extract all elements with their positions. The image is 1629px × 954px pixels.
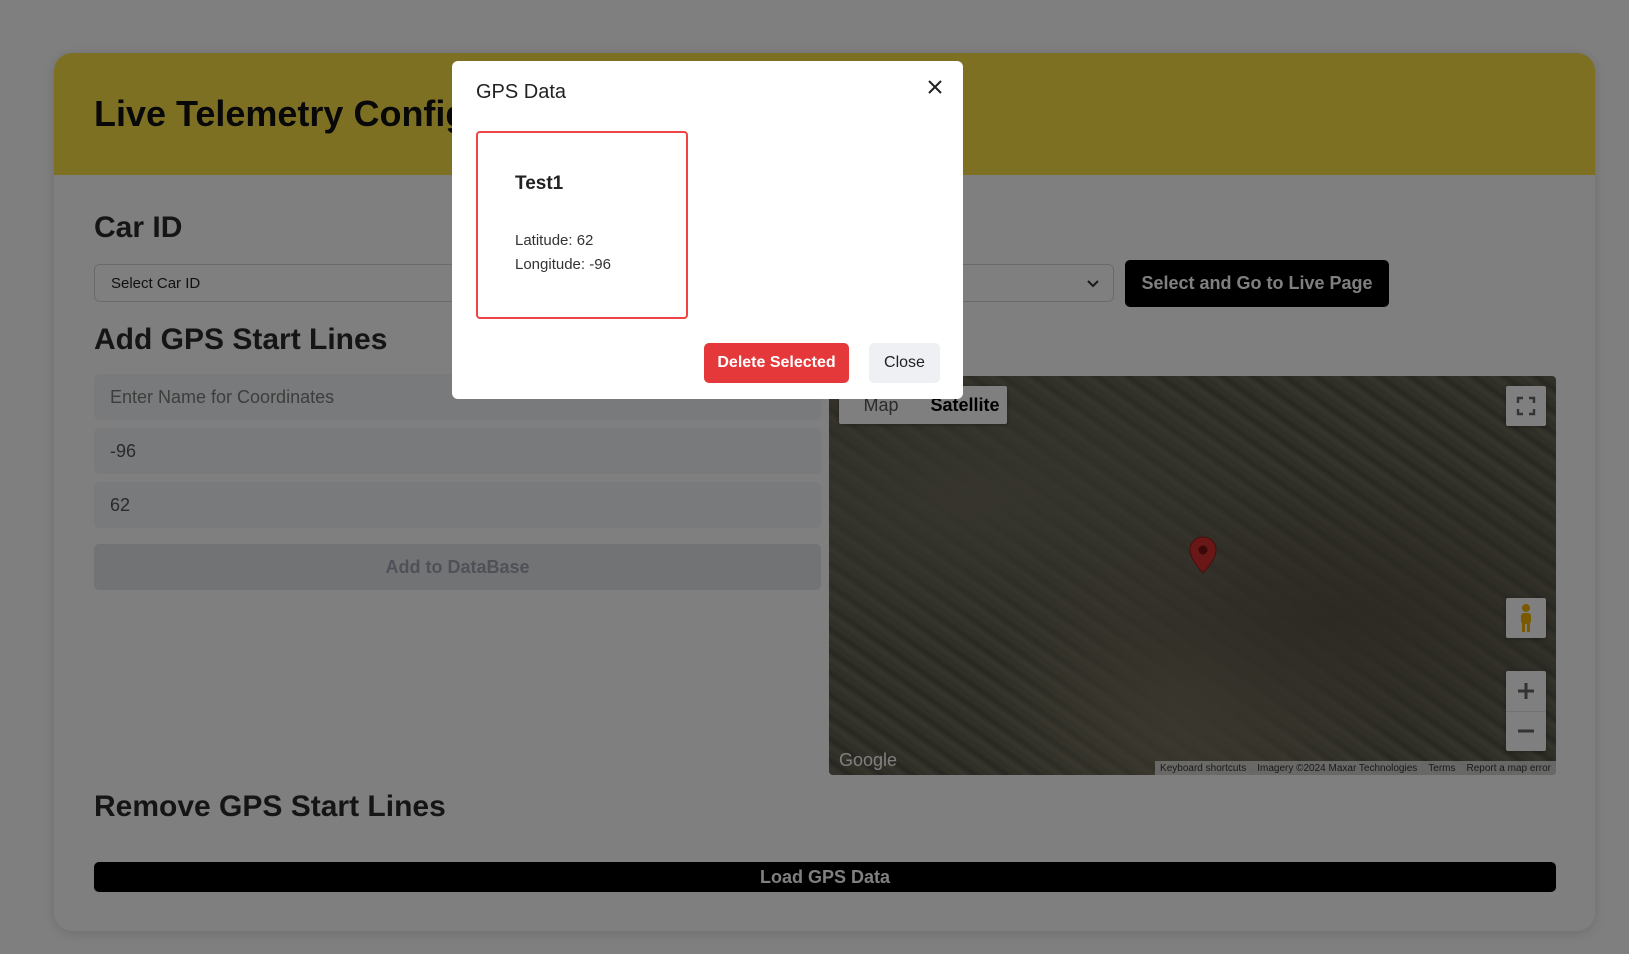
gps-entry-name: Test1 bbox=[515, 173, 564, 194]
gps-entry-longitude: Longitude: -96 bbox=[515, 256, 611, 273]
gps-data-modal: GPS Data Test1 Latitude: 62 Longitude: -… bbox=[452, 61, 963, 399]
close-x-glyph bbox=[928, 80, 942, 94]
delete-selected-button[interactable]: Delete Selected bbox=[704, 343, 849, 383]
close-button[interactable]: Close bbox=[869, 343, 940, 383]
gps-entry-latitude: Latitude: 62 bbox=[515, 232, 594, 249]
modal-title: GPS Data bbox=[476, 81, 567, 103]
close-icon[interactable] bbox=[924, 76, 946, 98]
gps-entry-card[interactable]: Test1 Latitude: 62 Longitude: -96 bbox=[476, 131, 688, 319]
